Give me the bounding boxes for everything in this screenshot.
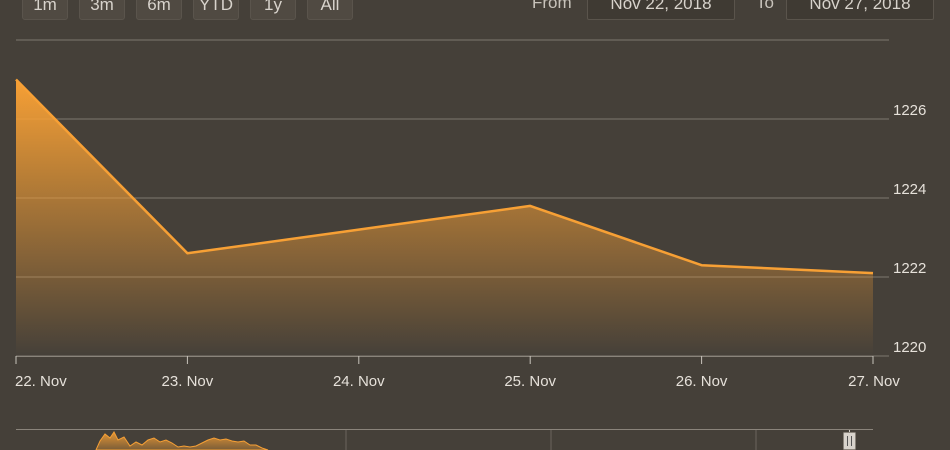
x-tick-label: 24. Nov xyxy=(333,373,385,390)
y-tick-label: 1226 xyxy=(893,102,926,119)
y-tick-label: 1220 xyxy=(893,339,926,356)
x-tick-label: 23. Nov xyxy=(162,373,214,390)
y-tick-label: 1222 xyxy=(893,260,926,277)
x-tick-label: 22. Nov xyxy=(15,373,67,390)
x-tick-label: 26. Nov xyxy=(676,373,728,390)
x-tick-label: 25. Nov xyxy=(504,373,556,390)
y-tick-label: 1224 xyxy=(893,181,926,198)
navigator-handle-grip xyxy=(843,432,856,450)
x-tick-label: 27. Nov xyxy=(848,373,900,390)
navigator-series xyxy=(95,431,269,450)
navigator-handle[interactable] xyxy=(843,430,856,450)
price-chart: 1220 1222 1224 1226 22. Nov 23. Nov 24. Nov 25.… xyxy=(15,39,926,450)
